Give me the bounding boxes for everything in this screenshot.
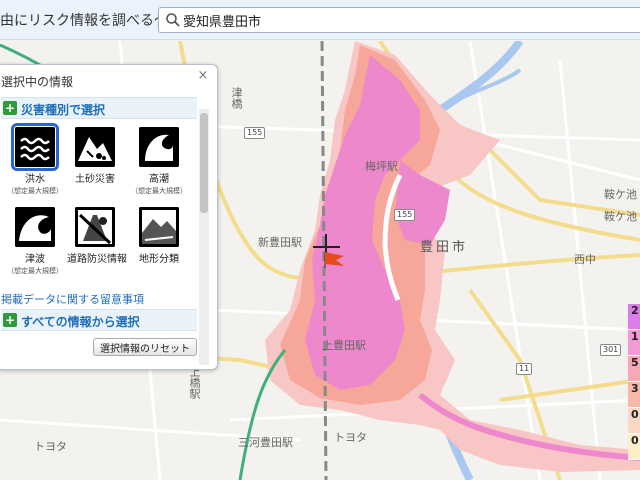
station-label: 上豊田駅 [322,339,366,352]
hazard-name: 高潮 [149,174,169,185]
route-number-badge: 11 [516,363,533,375]
legend-value: 0 [628,408,640,434]
hazard-name: 道路防災情報 [67,254,127,265]
section-label: すべての情報から選択 [21,315,140,329]
hazard-name: 土砂災害 [75,174,115,185]
search-input[interactable] [183,11,583,29]
hazard-flood[interactable]: 洪水 （想定最大規模） [7,123,63,207]
hazard-note: （想定最大規模） [7,267,63,275]
storm-surge-icon [139,127,179,167]
place-label: 梅坪駅 [365,160,398,173]
panel-title: 選択中の情報 [1,75,74,89]
data-notes-link[interactable]: 掲載データに関する留意事項 [1,291,144,307]
legend-value: 2 [628,304,640,330]
legend-value: 3 [628,382,640,408]
top-bar: 由にリスク情報を調べる～ [0,0,640,40]
tsunami-icon [15,207,55,247]
road-disaster-icon [75,207,115,247]
route-number-badge: 155 [394,209,416,221]
close-icon[interactable]: × [195,68,211,84]
reset-button[interactable]: 選択情報のリセット [93,338,197,356]
selection-panel: 選択中の情報 × + 災害種別で選択 洪水 （想定最大規模） 土砂災害 高潮 （… [0,64,218,370]
station-label: 三河豊田駅 [238,436,293,449]
section-disaster-type[interactable]: + 災害種別で選択 [1,97,197,119]
place-label: 津橋 [230,87,243,109]
panel-content: + 災害種別で選択 洪水 （想定最大規模） 土砂災害 高潮 （想定最大規模） 津… [1,95,197,365]
place-label: 西中 [574,253,596,266]
hazard-note: （想定最大規模） [7,187,63,195]
hazard-tsunami[interactable]: 津波 （想定最大規模） [7,207,63,287]
place-label: 鞍ケ池 [604,188,637,201]
legend-value: 0 [628,434,640,460]
station-label: 上橋駅 [188,366,201,399]
hazard-name: 地形分類 [139,254,179,265]
hazard-landslide[interactable]: 土砂災害 [67,127,123,207]
search-icon[interactable] [165,12,181,28]
hazard-name: 津波 [25,254,45,265]
plus-icon: + [3,101,17,115]
legend-value: 1 [628,330,640,356]
landslide-icon [75,127,115,167]
page-title: 由にリスク情報を調べる～ [0,13,168,29]
hazard-road-disaster[interactable]: 道路防災情報 [67,207,127,287]
hazard-storm-surge[interactable]: 高潮 （想定最大規模） [131,127,187,207]
flood-icon [11,123,59,171]
legend-value: 5 [628,356,640,382]
route-number-badge: 155 [244,127,266,139]
route-number-badge: 301 [600,344,622,356]
hazard-name: 洪水 [25,174,45,185]
search-box[interactable] [158,7,640,33]
place-label: トヨタ [34,440,67,453]
hazard-landform[interactable]: 地形分類 [131,207,187,287]
plus-icon: + [3,313,17,327]
panel-scrollbar[interactable] [199,109,209,365]
section-label: 災害種別で選択 [21,103,106,117]
section-all-info[interactable]: + すべての情報から選択 [1,309,197,331]
place-label: 鞍ケ池 [604,210,637,223]
landform-icon [139,207,179,247]
place-label: トヨタ [334,431,367,444]
scroll-thumb[interactable] [200,113,208,213]
hazard-note: （想定最大規模） [131,187,187,195]
depth-legend: 2 1 5 3 0 0 [628,304,640,460]
station-label: 新豊田駅 [258,236,302,249]
city-label: 豊田市 [420,240,469,255]
